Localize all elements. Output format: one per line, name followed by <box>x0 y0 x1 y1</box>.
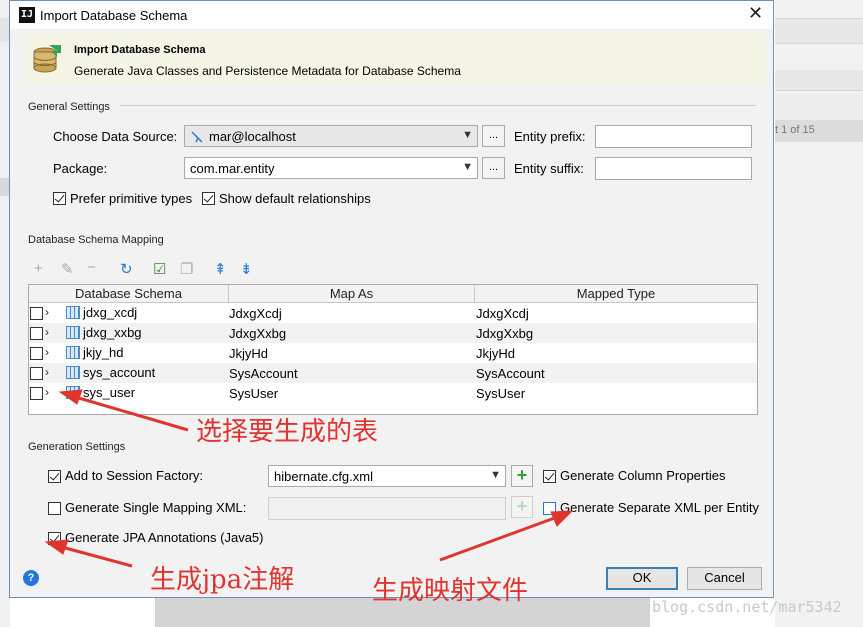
annotation-arrows <box>44 389 574 568</box>
annotation-select-tables: 选择要生成的表 <box>196 417 379 447</box>
annotation-generate-jpa: 生成jpa注解 <box>150 565 295 595</box>
annotation-generate-mapping: 生成映射文件 <box>372 576 529 606</box>
